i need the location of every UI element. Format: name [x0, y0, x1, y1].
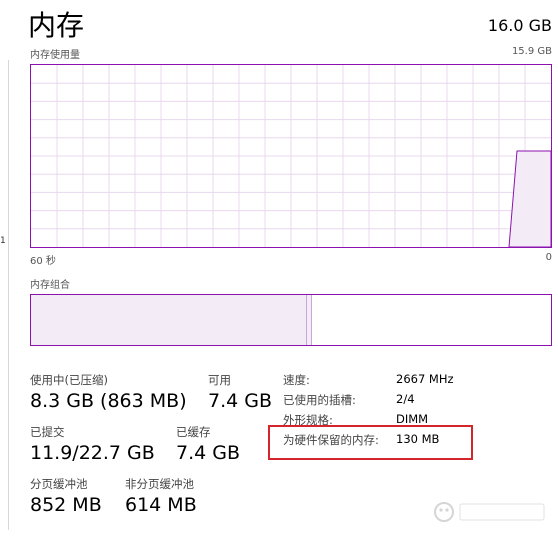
left-edge-mark: 1 — [0, 236, 6, 246]
committed-label: 已提交 — [30, 425, 65, 439]
paged-pool-value: 852 MB — [30, 494, 102, 516]
slots-label: 已使用的插槽: — [283, 393, 356, 407]
composition-modified-segment[interactable] — [307, 295, 312, 345]
memory-usage-chart — [30, 64, 552, 248]
speed-value: 2667 MHz — [396, 372, 454, 386]
cached-label: 已缓存 — [176, 425, 211, 439]
composition-in-use-segment[interactable] — [31, 295, 307, 345]
watermark-logo-icon — [434, 502, 545, 522]
usage-chart-label: 内存使用量 — [30, 50, 80, 61]
in-use-label: 使用中(已压缩) — [30, 373, 108, 387]
slots-value: 2/4 — [396, 392, 415, 406]
highlight-annotation-box — [268, 425, 473, 460]
chart-x-left-label: 60 秒 — [30, 256, 56, 267]
side-divider — [8, 60, 9, 530]
composition-label: 内存组合 — [30, 280, 70, 291]
nonpaged-pool-value: 614 MB — [125, 494, 197, 516]
nonpaged-pool-label: 非分页缓冲池 — [125, 477, 194, 491]
in-use-value: 8.3 GB (863 MB) — [30, 390, 187, 412]
usage-chart-max-label: 15.9 GB — [511, 46, 552, 57]
chart-x-right-label: 0 — [545, 252, 552, 263]
available-label: 可用 — [208, 373, 231, 387]
available-value: 7.4 GB — [208, 390, 273, 412]
speed-label: 速度: — [283, 373, 310, 387]
memory-composition-bar[interactable] — [30, 294, 552, 346]
form-factor-value: DIMM — [396, 412, 429, 426]
cached-value: 7.4 GB — [176, 442, 241, 464]
paged-pool-label: 分页缓冲池 — [30, 477, 88, 491]
usage-chart-svg — [31, 65, 551, 247]
memory-panel: 1 内存 16.0 GB 内存使用量 15.9 GB 60 秒 0 内存组合 使… — [0, 0, 558, 549]
page-title: 内存 — [28, 9, 85, 42]
usage-area — [508, 150, 551, 247]
committed-value: 11.9/22.7 GB — [30, 442, 155, 464]
total-memory: 16.0 GB — [487, 16, 552, 35]
